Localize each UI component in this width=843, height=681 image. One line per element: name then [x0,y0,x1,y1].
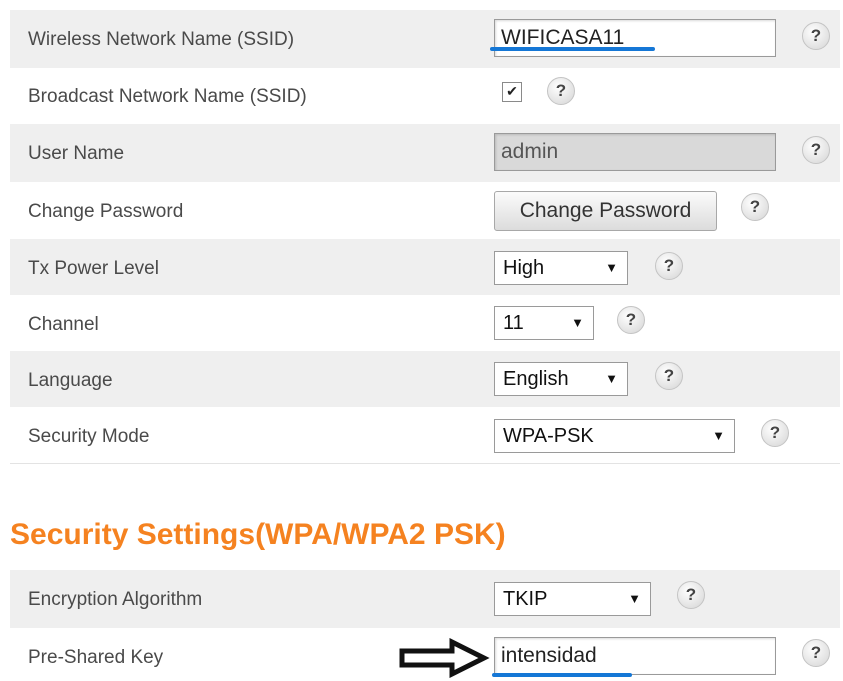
change-password-label: Change Password [28,201,184,222]
username-input[interactable]: admin [494,133,776,171]
ssid-input[interactable]: WIFICASA11 [494,19,776,57]
change-password-button[interactable]: Change Password [494,191,717,231]
tx-power-help-icon[interactable]: ? [655,252,683,280]
language-value: English [503,368,569,390]
change-password-row: Change Password Change Password ? [10,182,840,239]
chevron-down-icon: ▼ [605,371,618,386]
chevron-down-icon: ▼ [628,591,641,606]
tx-power-row: Tx Power Level High ▼ ? [10,239,840,295]
broadcast-help-icon[interactable]: ? [547,77,575,105]
broadcast-label: Broadcast Network Name (SSID) [28,86,307,107]
channel-select[interactable]: 11 ▼ [494,306,594,340]
chevron-down-icon: ▼ [712,428,725,443]
ssid-help-icon[interactable]: ? [802,22,830,50]
broadcast-row: Broadcast Network Name (SSID) ✔ ? [10,68,840,124]
channel-value: 11 [503,312,524,334]
tx-power-value: High [503,257,545,279]
encryption-help-icon[interactable]: ? [677,581,705,609]
language-select[interactable]: English ▼ [494,362,628,396]
ssid-row: Wireless Network Name (SSID) WIFICASA11 … [10,10,840,68]
tx-power-label: Tx Power Level [28,258,159,279]
psk-annotation-underline [492,673,632,677]
security-mode-row: Security Mode WPA-PSK ▼ ? [10,407,840,464]
change-password-help-icon[interactable]: ? [741,193,769,221]
psk-input[interactable]: intensidad [494,637,776,675]
broadcast-checkbox[interactable]: ✔ [502,82,522,102]
channel-help-icon[interactable]: ? [617,306,645,334]
channel-row: Channel 11 ▼ ? [10,295,840,351]
security-settings-heading: Security Settings(WPA/WPA2 PSK) [10,518,506,551]
username-label: User Name [28,143,125,164]
chevron-down-icon: ▼ [605,260,618,275]
encryption-select[interactable]: TKIP ▼ [494,582,651,616]
language-label: Language [28,370,113,391]
psk-row: Pre-Shared Key intensidad ? [10,628,840,681]
username-help-icon[interactable]: ? [802,136,830,164]
username-row: User Name admin ? [10,124,840,182]
channel-label: Channel [28,314,99,335]
encryption-label: Encryption Algorithm [28,589,203,610]
ssid-annotation-underline [490,47,655,51]
encryption-row: Encryption Algorithm TKIP ▼ ? [10,570,840,628]
security-mode-value: WPA-PSK [503,425,594,447]
psk-label: Pre-Shared Key [28,647,164,668]
security-mode-help-icon[interactable]: ? [761,419,789,447]
language-row: Language English ▼ ? [10,351,840,407]
outline-arrow-right-icon [399,638,490,678]
security-mode-label: Security Mode [28,426,150,447]
security-mode-select[interactable]: WPA-PSK ▼ [494,419,735,453]
encryption-value: TKIP [503,588,548,610]
language-help-icon[interactable]: ? [655,362,683,390]
chevron-down-icon: ▼ [571,315,584,330]
ssid-label: Wireless Network Name (SSID) [28,29,295,50]
psk-help-icon[interactable]: ? [802,639,830,667]
tx-power-select[interactable]: High ▼ [494,251,628,285]
